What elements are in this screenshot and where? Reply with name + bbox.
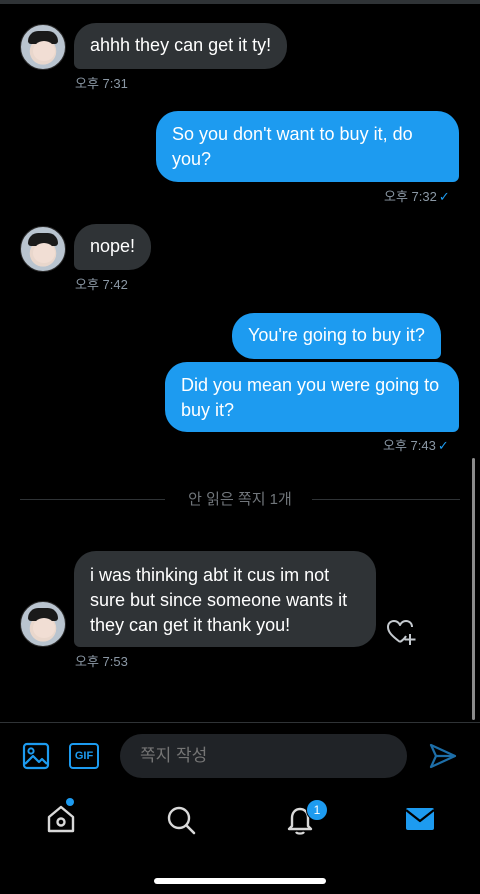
send-icon[interactable]	[428, 742, 458, 770]
mail-icon[interactable]	[405, 806, 435, 832]
notification-count-badge: 1	[306, 799, 328, 821]
message-bubble-outgoing[interactable]: Did you mean you were going to buy it?	[165, 362, 459, 432]
message-bubble-incoming[interactable]: nope!	[74, 224, 152, 270]
heart-plus-icon[interactable]	[386, 617, 416, 647]
message-timestamp: 오후 7:31	[75, 76, 128, 91]
unread-divider-line	[312, 499, 460, 500]
composer-divider	[0, 722, 480, 723]
search-icon[interactable]	[165, 804, 197, 836]
message-bubble-incoming[interactable]: i was thinking abt it cus im not sure bu…	[74, 551, 376, 647]
message-timestamp: 오후 7:32 ✓	[384, 189, 450, 204]
message-input[interactable]	[120, 734, 407, 778]
message-bubble-incoming[interactable]: ahhh they can get it ty!	[74, 23, 288, 69]
avatar[interactable]	[20, 601, 66, 647]
read-check-icon: ✓	[437, 438, 449, 453]
image-icon[interactable]	[22, 742, 50, 770]
avatar[interactable]	[20, 24, 66, 70]
message-timestamp: 오후 7:43 ✓	[383, 438, 449, 453]
read-check-icon: ✓	[438, 189, 450, 204]
message-bubble-outgoing[interactable]: So you don't want to buy it, do you?	[156, 111, 459, 182]
home-notification-dot	[66, 798, 74, 806]
message-timestamp: 오후 7:53	[75, 654, 128, 669]
home-icon[interactable]	[45, 803, 77, 835]
avatar[interactable]	[20, 226, 66, 272]
scrollbar[interactable]	[472, 458, 475, 720]
message-timestamp: 오후 7:42	[75, 277, 128, 292]
gif-icon[interactable]: GIF	[69, 743, 99, 769]
home-indicator[interactable]	[154, 878, 326, 884]
message-bubble-outgoing[interactable]: You're going to buy it?	[232, 313, 441, 359]
top-divider	[0, 0, 480, 4]
